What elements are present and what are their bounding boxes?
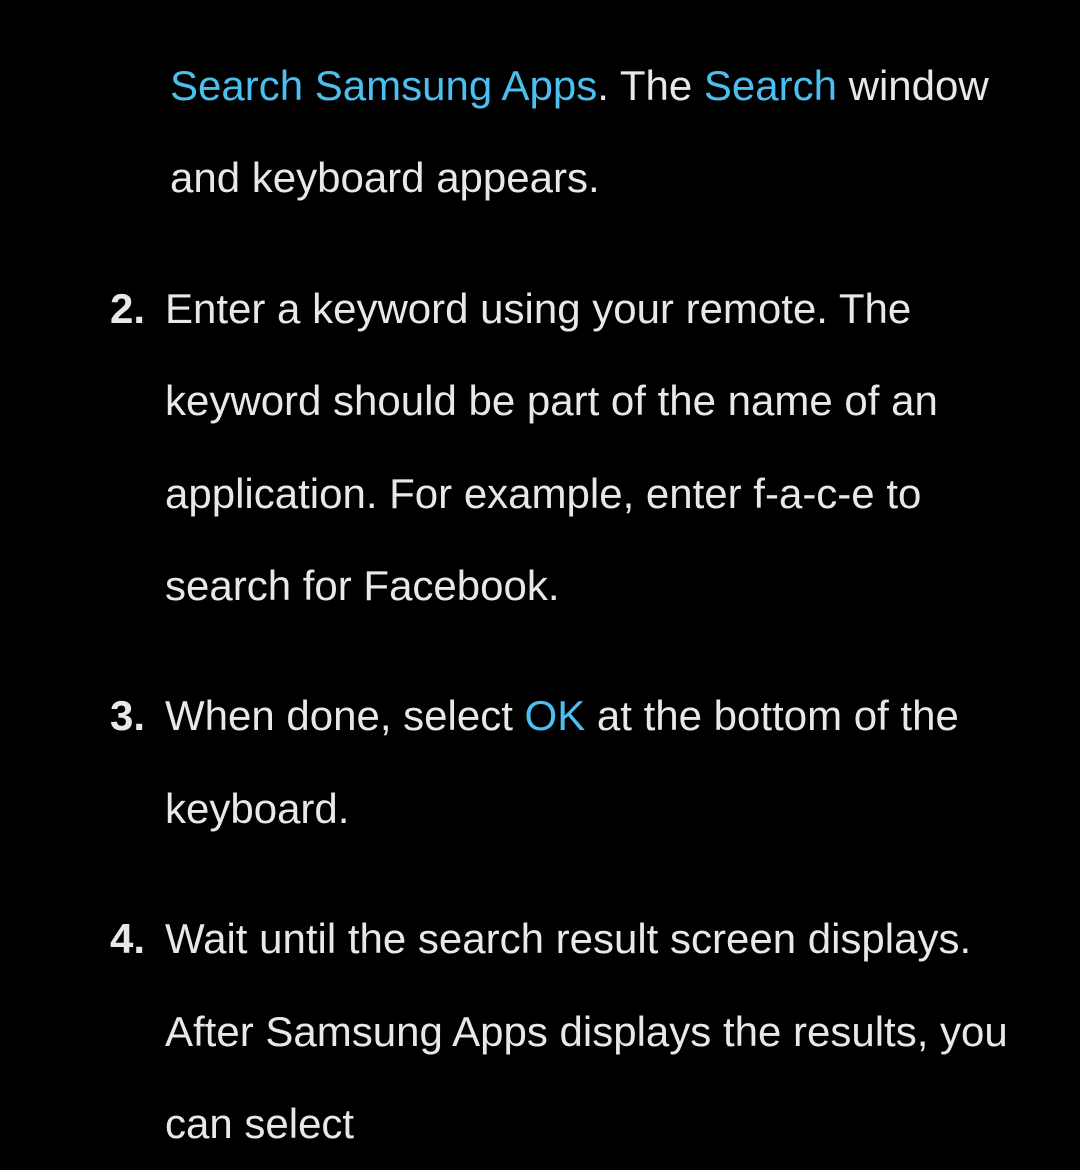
list-item-2: 2. Enter a keyword using your remote. Th… [110,263,1030,633]
highlight-ok: OK [525,692,586,739]
list-number-3: 3. [110,670,165,855]
list-content-3: When done, select OK at the bottom of th… [165,670,1030,855]
list-item-4: 4. Wait until the search result screen d… [110,893,1030,1170]
list-number-2: 2. [110,263,165,633]
list-number-4: 4. [110,893,165,1170]
list-content-4: Wait until the search result screen disp… [165,893,1030,1170]
highlight-search-samsung-apps: Search Samsung Apps [170,62,597,109]
list-item-1-continuation: Search Samsung Apps. The Search window a… [110,40,1030,225]
list-content-2: Enter a keyword using your remote. The k… [165,263,1030,633]
highlight-search: Search [704,62,837,109]
text-segment: When done, select [165,692,525,739]
list-item-3: 3. When done, select OK at the bottom of… [110,670,1030,855]
text-segment: . The [597,62,704,109]
